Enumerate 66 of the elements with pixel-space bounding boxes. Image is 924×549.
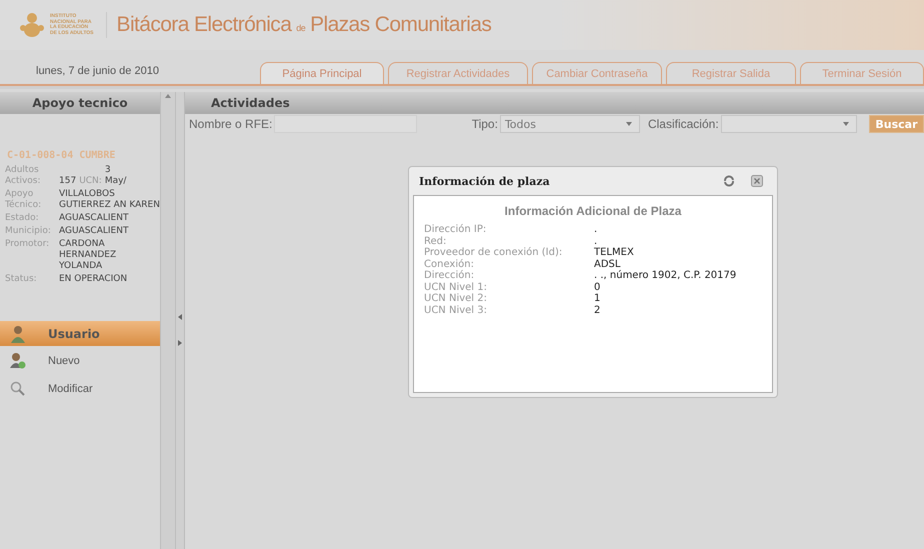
field-label: Nombre o RFE: (189, 117, 272, 131)
dropdown-arrow-icon (624, 120, 633, 128)
menu-title: Usuario (48, 326, 100, 340)
date-label: lunes, 7 de junio de 2010 (35, 65, 160, 77)
logo-icon (20, 12, 44, 38)
field-value: EN OPERACION (59, 274, 128, 285)
collapse-arrows-icon (176, 312, 184, 348)
field-label: Estado: (5, 213, 40, 224)
scrollbar[interactable] (160, 92, 176, 549)
info-value: . (594, 236, 598, 247)
app-title: Plazas Comunitarias (310, 13, 492, 37)
info-label: UCN Nivel 3: (424, 304, 488, 316)
info-label: UCN Nivel 2: (424, 293, 488, 304)
field-value: AGUASCALIENT (59, 213, 130, 224)
info-value: . (594, 224, 598, 236)
dialog-title: Información de plaza (419, 174, 551, 188)
info-value: 0 (594, 282, 602, 293)
field-label: Tipo: (472, 117, 498, 131)
user-icon (10, 324, 26, 342)
info-value: ADSL (594, 258, 622, 270)
type-dropdown[interactable]: Todos (500, 115, 640, 133)
nav-tab[interactable]: Cambiar Contraseña (532, 62, 662, 84)
info-label: Dirección IP: (424, 224, 488, 236)
info-label: Dirección: (424, 270, 476, 282)
field-label: Apoyo Técnico: (5, 189, 42, 211)
dialog-heading: Información Adicional de Plaza (504, 204, 682, 218)
close-icon[interactable] (751, 175, 763, 187)
panel-header: Apoyo tecnico (0, 92, 160, 114)
field-value: 157 (59, 176, 76, 187)
info-value: 2 (594, 304, 602, 316)
search-button[interactable]: Buscar (868, 115, 924, 133)
info-value: . ., número 1902, C.P. 20179 (594, 270, 738, 282)
field-label: Clasificación: (648, 117, 719, 131)
field-value: VILLALOBOS GUTIERREZ AN KAREN (59, 189, 160, 211)
info-value: TELMEX (594, 247, 635, 258)
field-label: Adultos Activos: (5, 165, 42, 187)
field-value: AGUASCALIENT (59, 226, 130, 237)
info-value: 1 (594, 293, 602, 304)
app-title: Bitácora Electrónica (116, 13, 292, 37)
plaza-code: C-01-008-04 CUMBRE (7, 150, 116, 161)
search-icon (10, 381, 26, 397)
info-label: Red: (424, 236, 448, 247)
info-label: UCN Nivel 1: (424, 282, 488, 293)
field-label: Status: (5, 274, 38, 285)
field-value: CARDONA HERNANDEZ YOLANDA (59, 239, 118, 272)
nav-tab[interactable]: Terminar Sesión (800, 62, 924, 84)
nav-tab[interactable]: Registrar Actividades (388, 62, 528, 84)
splitter[interactable] (176, 92, 185, 549)
input-field[interactable] (274, 115, 417, 133)
scroll-up-icon (164, 92, 172, 100)
menu-item[interactable]: Modificar (0, 375, 160, 403)
field-label: Municipio: (5, 226, 52, 237)
field-label: Promotor: (5, 239, 50, 251)
menu-item[interactable]: Nuevo (0, 346, 160, 375)
app-title: de (296, 23, 306, 33)
panel-header: Actividades (185, 92, 924, 114)
nav-tab[interactable]: Registrar Salida (666, 62, 796, 84)
info-label: Conexión: (424, 258, 475, 270)
field-label: UCN: (79, 176, 102, 187)
classification-dropdown[interactable] (720, 115, 857, 133)
info-label: Proveedor de conexión (Id): (424, 247, 564, 258)
add-user-icon (10, 352, 26, 369)
nav-tab[interactable]: Página Principal (260, 62, 384, 84)
field-value: 3 May/ (104, 165, 128, 187)
dropdown-arrow-icon (842, 120, 850, 128)
refresh-icon[interactable] (723, 175, 735, 187)
